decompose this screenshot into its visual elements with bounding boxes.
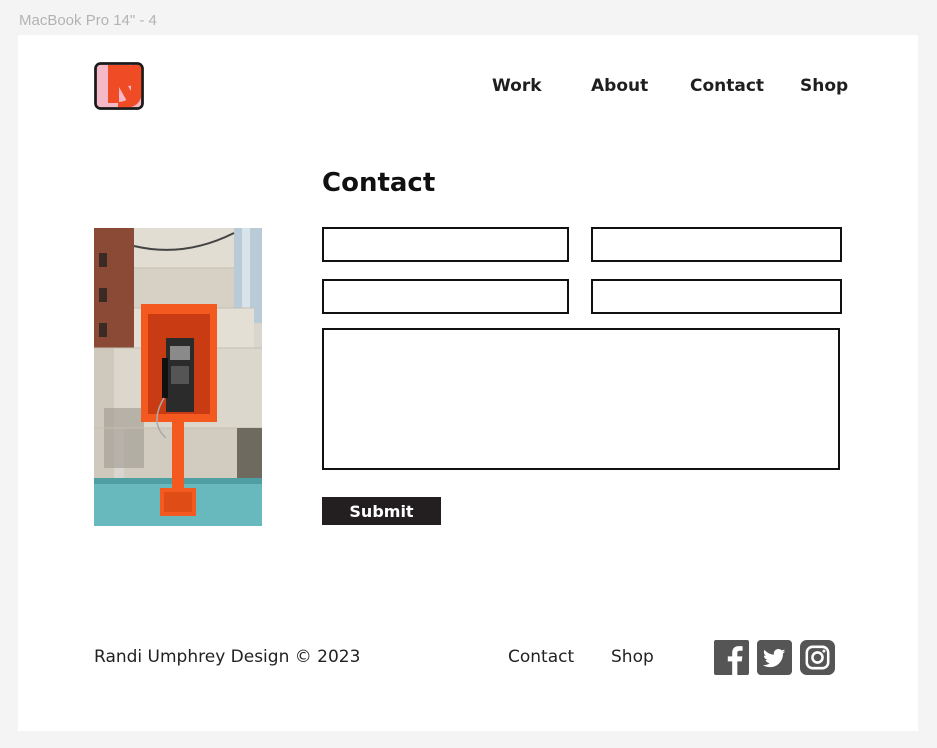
contact-field-4[interactable] [591, 279, 842, 314]
instagram-icon[interactable] [800, 640, 835, 675]
contact-field-2[interactable] [591, 227, 842, 262]
footer-link-shop[interactable]: Shop [611, 647, 654, 667]
contact-field-1[interactable] [322, 227, 569, 262]
nav-about[interactable]: About [591, 76, 648, 96]
page-canvas: Work About Contact Shop Contact Submit R… [18, 35, 918, 731]
nav-shop[interactable]: Shop [800, 76, 848, 96]
message-textarea[interactable] [322, 328, 840, 470]
logo[interactable] [94, 62, 144, 110]
nav-contact[interactable]: Contact [690, 76, 764, 96]
nav-work[interactable]: Work [492, 76, 542, 96]
twitter-icon[interactable] [757, 640, 792, 675]
facebook-icon[interactable] [714, 640, 749, 675]
contact-field-3[interactable] [322, 279, 569, 314]
frame-label: MacBook Pro 14" - 4 [19, 12, 157, 29]
submit-button[interactable]: Submit [322, 497, 441, 525]
footer-link-contact[interactable]: Contact [508, 647, 574, 667]
payphone-photo [94, 228, 262, 526]
footer-copyright: Randi Umphrey Design © 2023 [94, 647, 361, 667]
page-title: Contact [322, 168, 436, 198]
